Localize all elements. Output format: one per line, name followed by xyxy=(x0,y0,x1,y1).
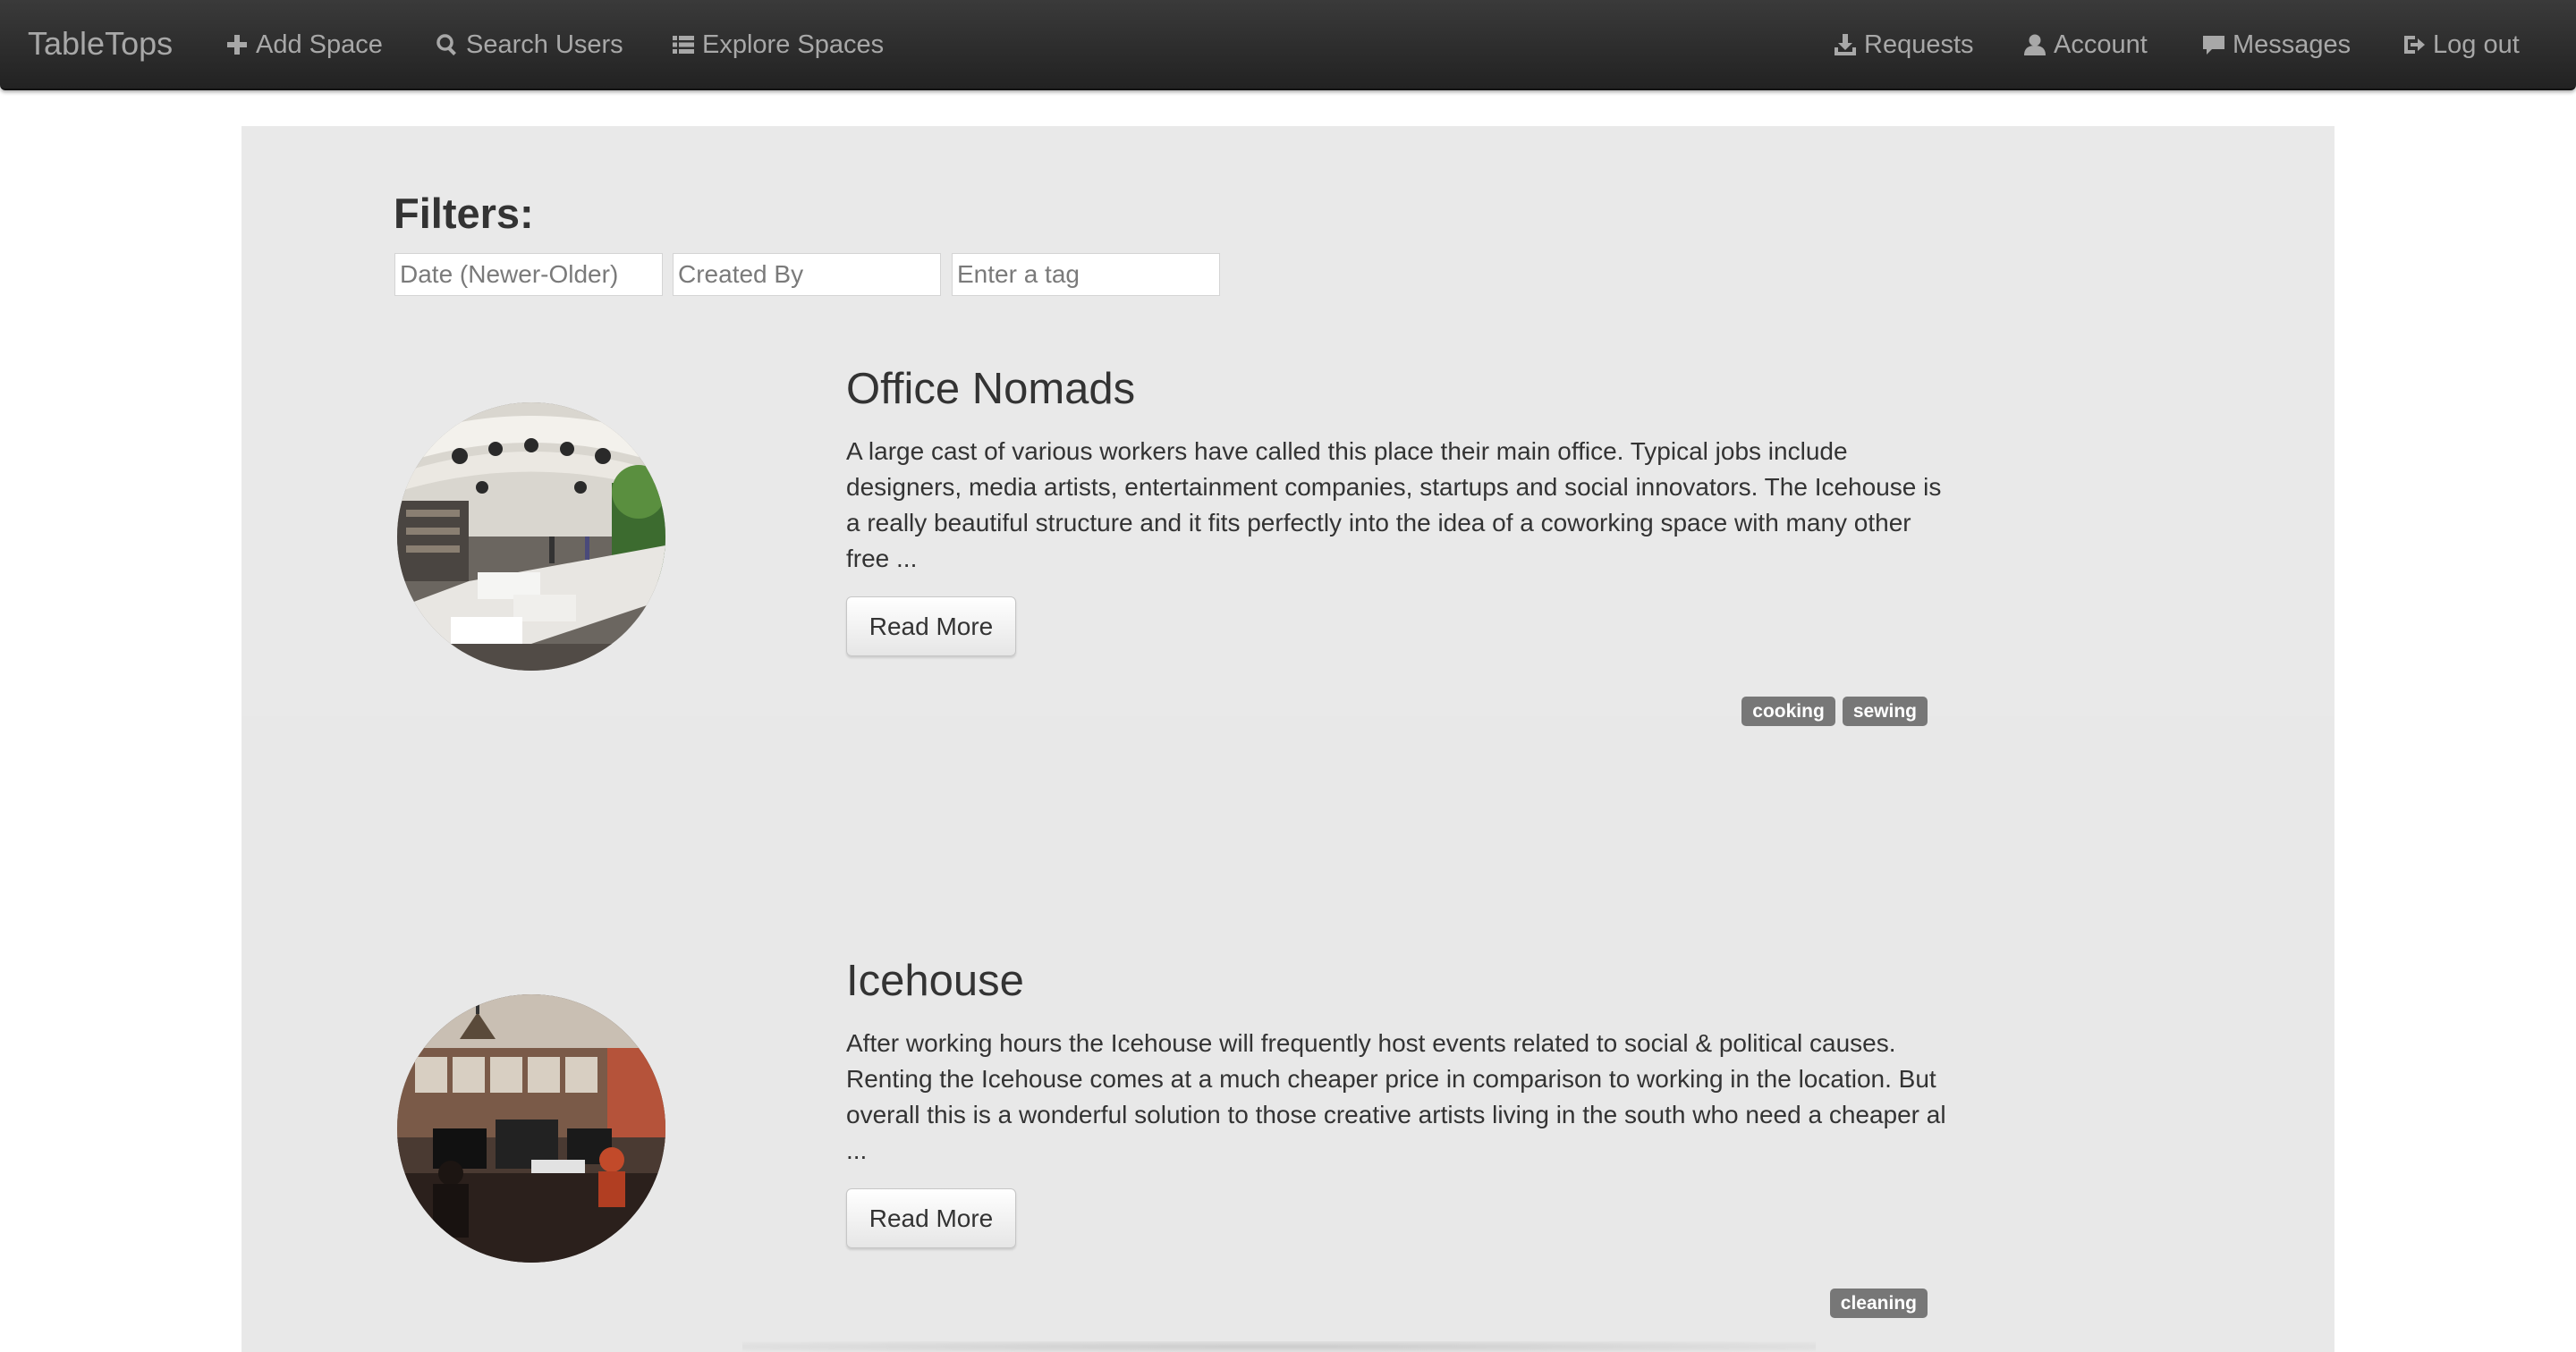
nav-log-out-label: Log out xyxy=(2433,30,2520,59)
brand-logo[interactable]: TableTops xyxy=(28,25,173,63)
tag-list: cooking sewing xyxy=(1741,697,1928,726)
nav-search-users[interactable]: Search Users xyxy=(436,27,623,63)
space-thumbnail[interactable] xyxy=(397,994,665,1263)
read-more-button[interactable]: Read More xyxy=(846,1188,1016,1248)
nav-messages-label: Messages xyxy=(2233,30,2351,59)
tag-badge[interactable]: cooking xyxy=(1741,697,1835,726)
tag-badge[interactable]: sewing xyxy=(1842,697,1928,726)
list-icon xyxy=(673,36,694,54)
top-navbar: TableTops Add Space Search Users Explore… xyxy=(0,0,2576,90)
nav-explore-spaces[interactable]: Explore Spaces xyxy=(672,27,884,63)
nav-log-out[interactable]: Log out xyxy=(2402,27,2520,63)
nav-add-space-label: Add Space xyxy=(256,30,383,59)
search-icon xyxy=(436,34,456,55)
plus-icon xyxy=(227,35,247,55)
space-title[interactable]: Icehouse xyxy=(846,956,1024,1006)
space-description: After working hours the Icehouse will fr… xyxy=(846,1029,1946,1164)
nav-account[interactable]: Account xyxy=(2023,27,2148,63)
nav-explore-spaces-label: Explore Spaces xyxy=(702,30,885,59)
nav-requests-label: Requests xyxy=(1864,30,1974,59)
comment-icon xyxy=(2203,36,2224,55)
spaces-panel: Filters: Date (Newer-Older) Created By E… xyxy=(242,126,2334,1352)
nav-add-space[interactable]: Add Space xyxy=(225,27,383,63)
tag-list: cleaning xyxy=(1829,1289,1928,1318)
office-photo-image xyxy=(397,994,665,1263)
nav-search-users-label: Search Users xyxy=(466,30,623,59)
nav-messages[interactable]: Messages xyxy=(2202,27,2351,63)
nav-requests[interactable]: Requests xyxy=(1834,27,1974,63)
scroll-shadow xyxy=(742,1341,1816,1352)
space-card: Icehouse After working hours the Icehous… xyxy=(242,126,2334,1318)
user-icon xyxy=(2024,34,2046,55)
download-icon xyxy=(1835,34,1856,55)
nav-account-label: Account xyxy=(2054,30,2148,59)
logout-icon xyxy=(2404,36,2425,54)
tag-badge[interactable]: cleaning xyxy=(1829,1289,1928,1318)
